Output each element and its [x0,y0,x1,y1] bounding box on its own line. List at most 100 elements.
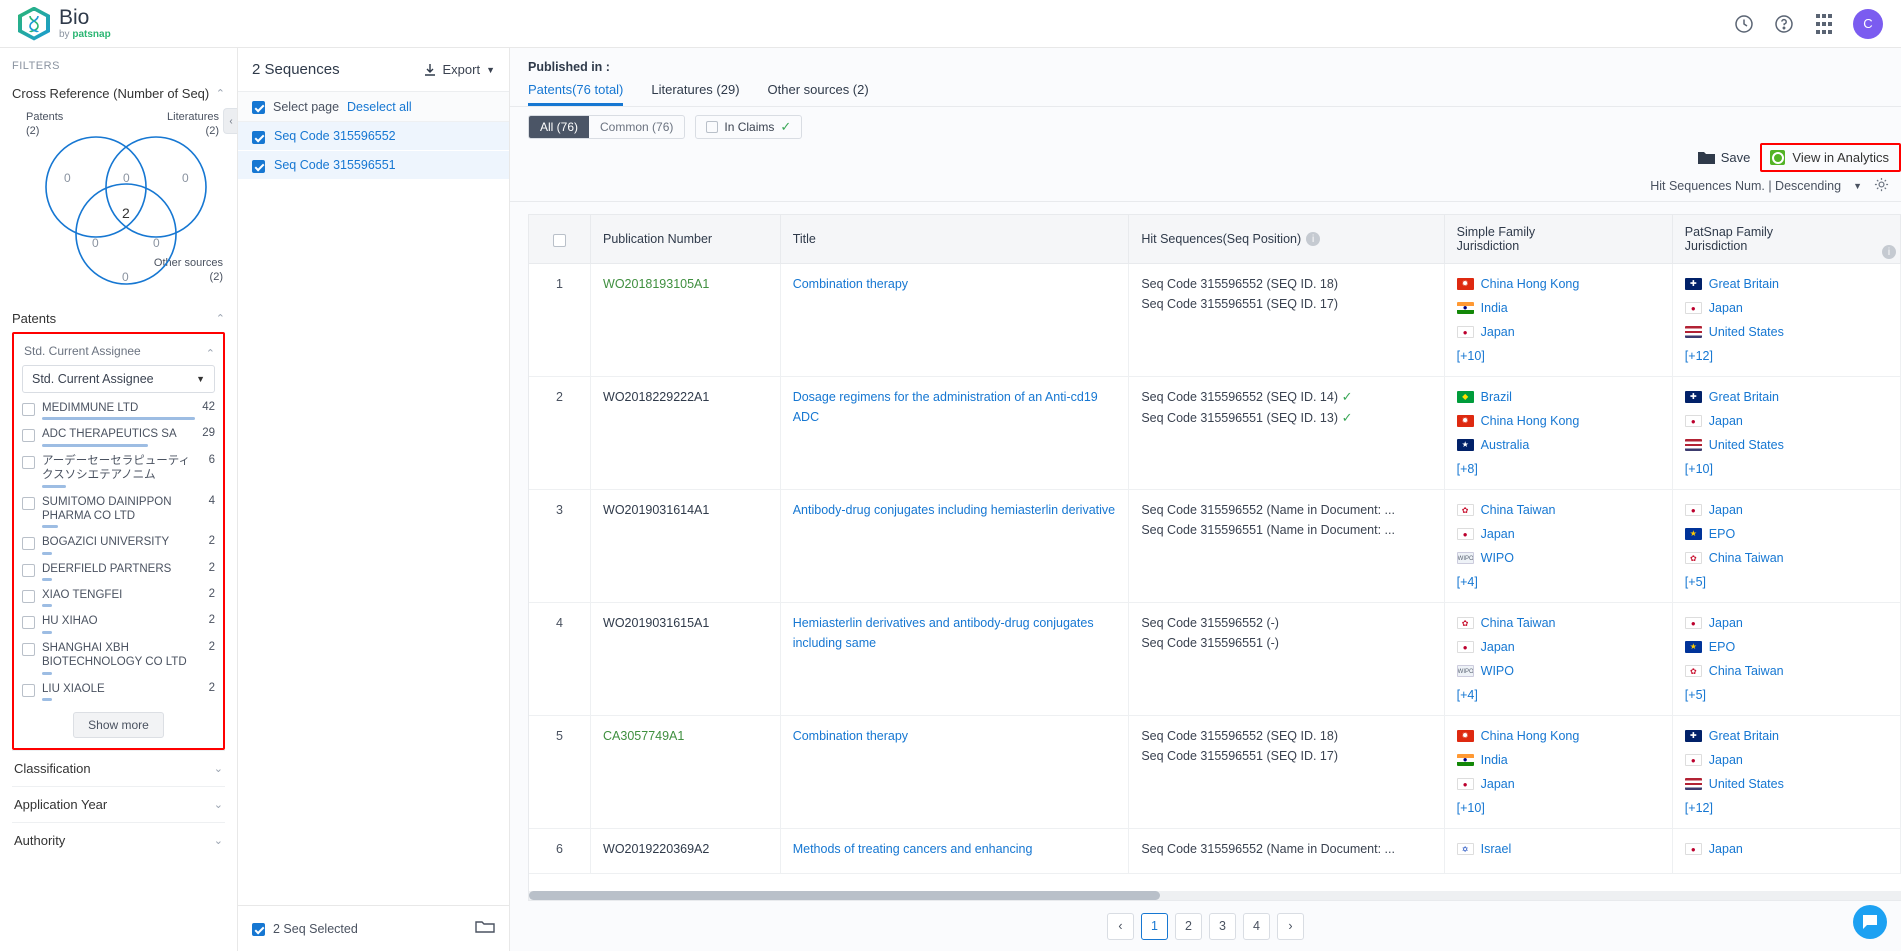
jurisdiction-more-link[interactable]: [+10] [1685,459,1888,479]
col-patsnap-family[interactable]: PatSnap Family Jurisdiction i [1672,215,1901,264]
col-title[interactable]: Title [780,215,1130,264]
title-link[interactable]: Dosage regimens for the administration o… [793,390,1098,424]
sort-label[interactable]: Hit Sequences Num. | Descending [1650,179,1841,193]
publication-number[interactable]: WO2019031615A1 [603,616,709,630]
collapse-filters-button[interactable]: ‹ [223,108,237,134]
selected-seq-checkbox[interactable] [252,923,265,936]
jurisdiction-link[interactable]: Japan [1709,500,1743,520]
tab-patents[interactable]: Patents(76 total) [528,82,624,106]
prev-page-button[interactable]: ‹ [1107,912,1134,940]
chevron-up-icon[interactable]: ⌃ [206,347,215,360]
patents-section-header[interactable]: Patents ⌃ [12,307,225,330]
tab-literatures[interactable]: Literatures (29) [651,82,739,106]
select-all-checkbox[interactable] [553,233,566,247]
cell-publication-number[interactable]: WO2019031614A1 [590,489,781,603]
segment-common[interactable]: Common (76) [589,116,684,138]
sequence-list-item[interactable]: Seq Code 315596551 [238,151,509,180]
jurisdiction-link[interactable]: United States [1709,774,1784,794]
apps-grid-icon[interactable] [1813,13,1835,35]
publication-number[interactable]: WO2019031614A1 [603,503,709,517]
deselect-all-link[interactable]: Deselect all [347,100,412,114]
jurisdiction-link[interactable]: China Taiwan [1709,548,1784,568]
gear-icon[interactable] [1874,177,1889,195]
publication-number[interactable]: WO2018193105A1 [603,277,709,291]
jurisdiction-link[interactable]: Japan [1709,750,1743,770]
next-page-button[interactable]: › [1277,912,1304,940]
cell-publication-number[interactable]: CA3057749A1 [590,715,781,829]
assignee-row[interactable]: アーデーセーセラピューティクスソシエテアノニム 6 [22,452,215,493]
sequence-list-item[interactable]: Seq Code 315596552 [238,122,509,151]
assignee-row[interactable]: MEDIMMUNE LTD 42 [22,399,215,425]
title-link[interactable]: Antibody-drug conjugates including hemia… [793,503,1115,517]
info-icon[interactable]: i [1306,232,1321,247]
jurisdiction-link[interactable]: Japan [1709,613,1743,633]
jurisdiction-more-link[interactable]: [+12] [1685,346,1888,366]
jurisdiction-link[interactable]: Japan [1709,839,1743,859]
jurisdiction-link[interactable]: Japan [1481,322,1515,342]
jurisdiction-link[interactable]: United States [1709,435,1784,455]
select-page-checkbox[interactable] [252,101,265,114]
brand-logo[interactable]: Bio by patsnap [18,6,111,41]
page-button-3[interactable]: 3 [1209,912,1236,940]
history-icon[interactable] [1733,13,1755,35]
jurisdiction-link[interactable]: WIPO [1481,661,1514,681]
table-row[interactable]: 3 WO2019031614A1 Antibody-drug conjugates … [529,489,1901,603]
col-simple-family[interactable]: Simple Family Jurisdiction [1444,215,1673,264]
assignee-checkbox[interactable] [22,455,35,469]
assignee-checkbox[interactable] [22,590,35,603]
show-more-button[interactable]: Show more [73,711,164,738]
help-icon[interactable] [1773,13,1795,35]
jurisdiction-link[interactable]: Japan [1709,298,1743,318]
assignee-checkbox[interactable] [22,616,35,630]
tab-other-sources[interactable]: Other sources (2) [768,82,869,106]
horizontal-scrollbar[interactable] [529,891,1901,900]
jurisdiction-link[interactable]: Japan [1709,411,1743,431]
jurisdiction-link[interactable]: Brazil [1481,387,1512,407]
table-row[interactable]: 1 WO2018193105A1 Combination therapy Seq Co… [529,263,1901,377]
title-link[interactable]: Hemiasterlin derivatives and antibody-dr… [793,616,1094,650]
assignee-row[interactable]: XIAO TENGFEI 2 [22,586,215,612]
title-link[interactable]: Combination therapy [793,729,908,743]
publication-number[interactable]: WO2019220369A2 [603,842,709,856]
jurisdiction-link[interactable]: India [1481,298,1508,318]
chat-support-button[interactable] [1853,905,1887,939]
jurisdiction-more-link[interactable]: [+5] [1685,685,1888,705]
jurisdiction-link[interactable]: China Taiwan [1481,500,1556,520]
sequence-link[interactable]: Seq Code 315596552 [274,129,396,143]
assignee-row[interactable]: DEERFIELD PARTNERS 2 [22,560,215,586]
export-button[interactable]: Export ▼ [423,62,495,77]
jurisdiction-link[interactable]: Japan [1481,637,1515,657]
jurisdiction-link[interactable]: Great Britain [1709,387,1779,407]
table-row[interactable]: 2 WO2018229222A1 Dosage regimens for the a… [529,376,1901,490]
assignee-row[interactable]: SUMITOMO DAINIPPON PHARMA CO LTD 4 [22,493,215,534]
chevron-down-icon[interactable]: ▼ [1853,181,1862,191]
assignee-checkbox[interactable] [22,537,35,551]
page-button-1[interactable]: 1 [1141,912,1168,940]
jurisdiction-link[interactable]: China Hong Kong [1481,411,1580,431]
jurisdiction-link[interactable]: United States [1709,322,1784,342]
page-button-4[interactable]: 4 [1243,912,1270,940]
table-row[interactable]: 6 WO2019220369A2 Methods of treating cance… [529,828,1901,874]
segment-all[interactable]: All (76) [529,116,590,138]
jurisdiction-link[interactable]: China Hong Kong [1481,726,1580,746]
in-claims-filter[interactable]: In Claims ✓ [695,115,803,139]
jurisdiction-link[interactable]: EPO [1709,637,1735,657]
cell-publication-number[interactable]: WO2018193105A1 [590,263,781,377]
cell-publication-number[interactable]: WO2018229222A1 [590,376,781,490]
jurisdiction-link[interactable]: China Taiwan [1481,613,1556,633]
assignee-row[interactable]: BOGAZICI UNIVERSITY 2 [22,533,215,559]
cross-reference-section-header[interactable]: Cross Reference (Number of Seq) ⌃ [12,82,225,105]
jurisdiction-link[interactable]: China Taiwan [1709,661,1784,681]
jurisdiction-more-link[interactable]: [+4] [1457,572,1660,592]
jurisdiction-more-link[interactable]: [+10] [1457,346,1660,366]
save-button[interactable]: Save [1688,144,1761,171]
jurisdiction-more-link[interactable]: [+8] [1457,459,1660,479]
jurisdiction-more-link[interactable]: [+12] [1685,798,1888,818]
jurisdiction-link[interactable]: Japan [1481,524,1515,544]
jurisdiction-link[interactable]: Australia [1481,435,1530,455]
assignee-checkbox[interactable] [22,563,35,577]
assignee-row[interactable]: LIU XIAOLE 2 [22,680,215,706]
view-in-analytics-button[interactable]: View in Analytics [1760,143,1901,172]
jurisdiction-more-link[interactable]: [+5] [1685,572,1888,592]
assignee-checkbox[interactable] [22,429,35,443]
